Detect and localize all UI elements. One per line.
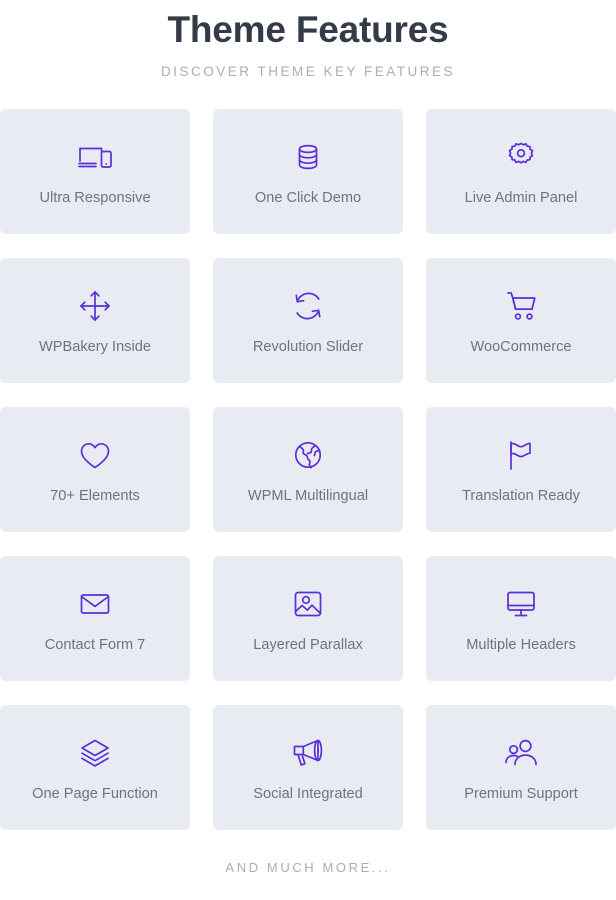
feature-card-translation-ready[interactable]: Translation Ready <box>426 407 616 532</box>
section-footer: AND MUCH MORE... <box>0 859 616 877</box>
feature-label: 70+ Elements <box>50 488 140 504</box>
envelope-icon <box>74 581 116 627</box>
theme-features-section: Theme Features DISCOVER THEME KEY FEATUR… <box>0 0 616 900</box>
feature-label: Live Admin Panel <box>464 190 578 206</box>
and-much-more-text: AND MUCH MORE... <box>225 860 391 875</box>
feature-label: One Click Demo <box>254 190 362 206</box>
feature-label: Layered Parallax <box>253 637 363 653</box>
feature-label: WPML Multilingual <box>247 488 369 504</box>
feature-card-one-page-function[interactable]: One Page Function <box>0 705 190 830</box>
section-header: Theme Features DISCOVER THEME KEY FEATUR… <box>0 0 616 81</box>
feature-card-one-click-demo[interactable]: One Click Demo <box>213 109 403 234</box>
feature-label: Social Integrated <box>253 786 363 802</box>
shopping-cart-icon <box>500 283 542 329</box>
users-group-icon <box>500 730 542 776</box>
monitor-icon <box>500 581 542 627</box>
feature-card-live-admin-panel[interactable]: Live Admin Panel <box>426 109 616 234</box>
feature-label: One Page Function <box>32 786 158 802</box>
feature-card-ultra-responsive[interactable]: Ultra Responsive <box>0 109 190 234</box>
feature-label: WooCommerce <box>470 339 572 355</box>
feature-card-layered-parallax[interactable]: Layered Parallax <box>213 556 403 681</box>
globe-icon <box>287 432 329 478</box>
feature-label: Contact Form 7 <box>44 637 146 653</box>
database-stack-icon <box>287 134 329 180</box>
section-subtitle: DISCOVER THEME KEY FEATURES <box>160 64 456 79</box>
layers-icon <box>74 730 116 776</box>
flag-icon <box>500 432 542 478</box>
feature-label: Revolution Slider <box>252 339 364 355</box>
feature-label: Ultra Responsive <box>39 190 151 206</box>
gear-icon <box>500 134 542 180</box>
refresh-circle-icon <box>287 283 329 329</box>
feature-card-multiple-headers[interactable]: Multiple Headers <box>426 556 616 681</box>
feature-card-wpbakery-inside[interactable]: WPBakery Inside <box>0 258 190 383</box>
features-grid: Ultra Responsive One Click Demo Live Adm… <box>0 109 616 830</box>
move-arrows-icon <box>74 283 116 329</box>
feature-card-woocommerce[interactable]: WooCommerce <box>426 258 616 383</box>
heart-icon <box>74 432 116 478</box>
feature-card-revolution-slider[interactable]: Revolution Slider <box>213 258 403 383</box>
feature-card-70-plus-elements[interactable]: 70+ Elements <box>0 407 190 532</box>
image-photo-icon <box>287 581 329 627</box>
feature-card-social-integrated[interactable]: Social Integrated <box>213 705 403 830</box>
megaphone-icon <box>287 730 329 776</box>
feature-card-premium-support[interactable]: Premium Support <box>426 705 616 830</box>
feature-label: Premium Support <box>464 786 578 802</box>
devices-responsive-icon <box>74 134 116 180</box>
feature-label: Multiple Headers <box>466 637 576 653</box>
feature-card-contact-form-7[interactable]: Contact Form 7 <box>0 556 190 681</box>
feature-card-wpml-multilingual[interactable]: WPML Multilingual <box>213 407 403 532</box>
feature-label: WPBakery Inside <box>39 339 151 355</box>
page-title: Theme Features <box>167 9 449 50</box>
feature-label: Translation Ready <box>462 488 580 504</box>
